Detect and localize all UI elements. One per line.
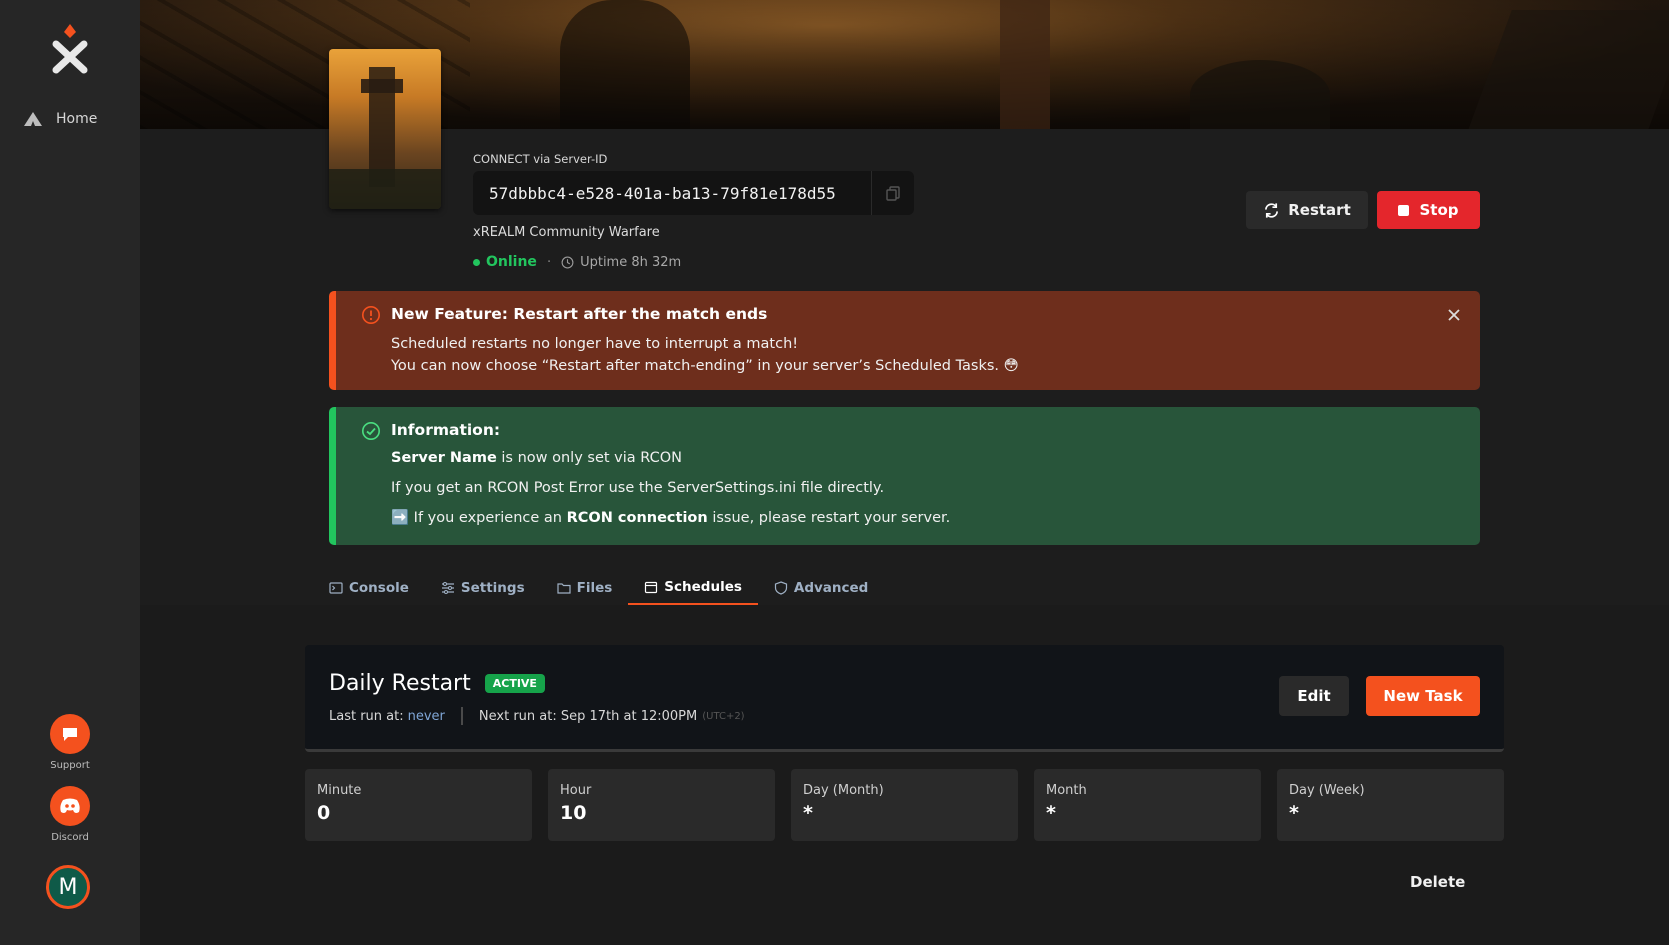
info-alert-title: Information: [391, 421, 501, 439]
tab-files[interactable]: Files [541, 570, 629, 605]
info-alert-line2: If you get an RCON Post Error use the Se… [391, 480, 885, 496]
calendar-icon [645, 581, 658, 593]
restart-label: Restart [1288, 201, 1351, 219]
new-task-button[interactable]: New Task [1366, 676, 1480, 716]
status-separator: · [546, 254, 552, 270]
server-name-bold: Server Name [391, 450, 497, 466]
delete-button[interactable]: Delete [1404, 872, 1471, 892]
folder-icon [557, 582, 571, 594]
tent-icon [24, 112, 42, 126]
cron-value: * [1046, 802, 1056, 824]
tab-label: Files [576, 579, 613, 596]
copy-button[interactable] [871, 171, 914, 215]
sliders-icon [441, 581, 454, 594]
arrow-right-icon: ➡️ [391, 510, 410, 526]
shield-icon [774, 580, 787, 595]
tab-label: Advanced [793, 579, 869, 596]
support-button[interactable]: Support [48, 714, 92, 771]
schedule-meta: Last run at: never Next run at: Sep 17th… [329, 707, 745, 725]
close-icon[interactable] [1446, 307, 1462, 323]
connect-label: CONNECT via Server-ID [473, 152, 608, 166]
schedule-title-row: Daily Restart ACTIVE [329, 671, 545, 696]
feature-alert: New Feature: Restart after the match end… [329, 291, 1480, 390]
status-dot [473, 258, 480, 266]
info-alert-line1: Server Name is now only set via RCON [391, 443, 1460, 473]
feature-alert-line2: You can now choose “Restart after match-… [391, 358, 1019, 374]
meta-divider [460, 707, 463, 725]
discord-button[interactable]: Discord [48, 786, 92, 843]
sidebar-item-label: Home [56, 111, 98, 127]
edit-button[interactable]: Edit [1279, 676, 1349, 716]
server-status: Online · Uptime 8h 32m [473, 254, 681, 270]
restart-button[interactable]: Restart [1246, 191, 1368, 229]
cron-label: Month [1046, 783, 1087, 798]
cron-value: * [1289, 802, 1299, 824]
sidebar-item-home[interactable]: Home [22, 110, 97, 128]
tab-schedules[interactable]: Schedules [628, 570, 758, 605]
tab-label: Settings [460, 579, 525, 596]
support-label: Support [50, 760, 90, 771]
copy-icon [886, 186, 900, 201]
app-logo[interactable] [50, 22, 90, 74]
last-run-label: Last run at: [329, 708, 404, 724]
tab-console[interactable]: Console [329, 570, 425, 605]
tab-label: Console [349, 579, 409, 596]
uptime: Uptime 8h 32m [580, 254, 682, 270]
cron-fields: Minute 0 Hour 10 Day (Month) * Month * D… [305, 769, 1504, 841]
info-line1-rest: is now only set via RCON [496, 450, 683, 466]
cron-label: Day (Month) [803, 783, 884, 798]
server-name: xREALM Community Warfare [473, 225, 660, 240]
status-online: Online [486, 254, 537, 270]
avatar[interactable]: M [46, 865, 90, 909]
stop-label: Stop [1419, 201, 1459, 219]
cron-month: Month * [1034, 769, 1261, 841]
cron-label: Hour [560, 783, 592, 798]
cron-value: 0 [317, 802, 331, 824]
refresh-icon [1265, 202, 1279, 218]
tab-bar: Console Settings Files Schedules Advance… [329, 570, 884, 605]
discord-label: Discord [51, 832, 89, 843]
cron-value: 10 [560, 802, 587, 824]
feature-alert-line1: Scheduled restarts no longer have to int… [391, 336, 799, 352]
schedule-title: Daily Restart [329, 671, 471, 696]
server-id-field[interactable]: 57dbbbc4-e528-401a-ba13-79f81e178d55 [473, 171, 914, 215]
check-circle-icon [362, 422, 380, 440]
discord-icon [60, 798, 80, 813]
cron-minute: Minute 0 [305, 769, 532, 841]
rcon-connection-bold: RCON connection [566, 510, 708, 526]
cron-hour: Hour 10 [548, 769, 775, 841]
server-id-text[interactable]: 57dbbbc4-e528-401a-ba13-79f81e178d55 [473, 184, 871, 203]
cron-day-week: Day (Week) * [1277, 769, 1504, 841]
cron-value: * [803, 802, 813, 824]
info-icon [362, 306, 380, 324]
sidebar: Home Support Discord M [0, 0, 140, 945]
stop-button[interactable]: Stop [1377, 191, 1480, 229]
cron-label: Day (Week) [1289, 783, 1365, 798]
cron-day-month: Day (Month) * [791, 769, 1018, 841]
last-run-value: never [407, 708, 445, 724]
info-alert-line3: ➡️ If you experience an RCON connection … [391, 503, 1460, 533]
stop-icon [1398, 204, 1410, 216]
clock-icon [561, 256, 574, 268]
timezone: (UTC+2) [702, 710, 745, 722]
tab-advanced[interactable]: Advanced [758, 570, 884, 605]
feature-alert-title: New Feature: Restart after the match end… [391, 305, 768, 323]
tab-settings[interactable]: Settings [425, 570, 541, 605]
tab-label: Schedules [664, 578, 742, 595]
chat-icon [63, 728, 77, 741]
status-badge: ACTIVE [484, 674, 545, 693]
console-icon [329, 581, 343, 594]
info-line3-pre: If you experience an [409, 510, 567, 526]
server-thumbnail [329, 49, 441, 209]
info-alert: Information: Server Name is now only set… [329, 407, 1480, 545]
info-line3-post: issue, please restart your server. [707, 510, 951, 526]
cron-label: Minute [317, 783, 362, 798]
next-run: Next run at: Sep 17th at 12:00PM [478, 708, 698, 724]
